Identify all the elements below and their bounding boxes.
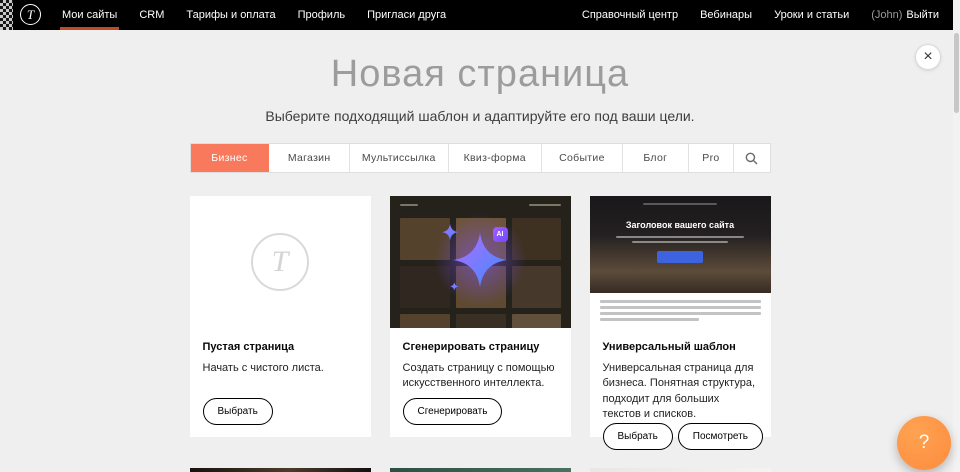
preview-cta-button	[657, 251, 703, 263]
card-ai-generate: AI Сгенерировать страницу Создать страни…	[390, 196, 571, 437]
card-body: Сгенерировать страницу Создать страницу …	[390, 328, 571, 437]
template-category-tabs: Бизнес Магазин Мультиссылка Квиз-форма С…	[190, 143, 771, 173]
user-name: (John)	[871, 9, 902, 21]
pattern-decoration	[0, 0, 13, 30]
nav-profile[interactable]: Профиль	[287, 0, 357, 30]
template-preview[interactable]	[390, 468, 571, 472]
nav-invite-friend[interactable]: Пригласи друга	[356, 0, 457, 30]
tab-search[interactable]	[734, 144, 769, 172]
search-icon	[745, 152, 758, 165]
ai-sparkle-icon	[390, 196, 571, 328]
template-cards-row: T Пустая страница Начать с чистого листа…	[190, 196, 771, 437]
topbar-nav-left: Мои сайты CRM Тарифы и оплата Профиль Пр…	[51, 0, 457, 30]
card-buttons: Выбрать	[203, 398, 358, 425]
card-title: Сгенерировать страницу	[403, 341, 558, 353]
topbar: T Мои сайты CRM Тарифы и оплата Профиль …	[0, 0, 960, 30]
template-preview[interactable]	[590, 468, 771, 472]
generate-button[interactable]: Сгенерировать	[403, 398, 503, 425]
question-mark-icon: ?	[919, 432, 930, 454]
tab-shop[interactable]: Магазин	[269, 144, 350, 172]
tilda-mark-icon: T	[251, 233, 309, 291]
card-buttons: Сгенерировать	[403, 398, 558, 425]
preview-caption-line	[632, 241, 728, 243]
preview-text-block	[590, 293, 771, 328]
ai-generate-preview[interactable]: AI	[390, 196, 571, 328]
preview-text-line	[600, 306, 761, 309]
nav-help-center[interactable]: Справочный центр	[571, 0, 689, 30]
tilda-mark-letter: T	[272, 245, 289, 279]
ai-badge: AI	[493, 227, 508, 242]
card-title: Пустая страница	[203, 341, 358, 353]
tilda-logo-letter: T	[27, 7, 34, 23]
preview-menu-bar	[643, 203, 717, 205]
preview-text-line	[600, 312, 761, 315]
help-button[interactable]: ?	[897, 416, 951, 470]
close-icon: ×	[923, 48, 932, 66]
card-body: Пустая страница Начать с чистого листа. …	[190, 328, 371, 437]
card-description: Универсальная страница для бизнеса. Поня…	[603, 361, 758, 423]
scrollbar-thumb[interactable]	[954, 33, 959, 113]
blank-page-preview[interactable]: T	[190, 196, 371, 328]
preview-hero: Заголовок вашего сайта	[590, 196, 771, 293]
tab-event[interactable]: Событие	[542, 144, 623, 172]
card-blank-page: T Пустая страница Начать с чистого листа…	[190, 196, 371, 437]
preview-caption-line	[616, 236, 744, 238]
tab-multilink[interactable]: Мультиссылка	[350, 144, 448, 172]
page-subtitle: Выберите подходящий шаблон и адаптируйте…	[0, 108, 960, 124]
close-button[interactable]: ×	[915, 44, 941, 70]
card-title: Универсальный шаблон	[603, 341, 758, 353]
nav-webinars[interactable]: Вебинары	[689, 0, 763, 30]
tab-pro[interactable]: Pro	[689, 144, 734, 172]
scrollbar[interactable]	[953, 0, 960, 472]
topbar-nav-right: Справочный центр Вебинары Уроки и статьи…	[571, 0, 960, 30]
view-template-button[interactable]: Посмотреть	[678, 423, 763, 450]
tab-quiz-form[interactable]: Квиз-форма	[449, 144, 543, 172]
nav-logout[interactable]: (John) Выйти	[860, 0, 950, 30]
nav-tariffs-payment[interactable]: Тарифы и оплата	[175, 0, 286, 30]
select-blank-button[interactable]: Выбрать	[203, 398, 273, 425]
card-description: Начать с чистого листа.	[203, 361, 358, 376]
nav-crm[interactable]: CRM	[128, 0, 175, 30]
select-template-button[interactable]: Выбрать	[603, 423, 673, 450]
preview-heading: Заголовок вашего сайта	[626, 220, 734, 230]
card-description: Создать страницу с помощью искусственног…	[403, 361, 558, 392]
nav-lessons-articles[interactable]: Уроки и статьи	[763, 0, 860, 30]
nav-my-sites[interactable]: Мои сайты	[51, 0, 128, 30]
card-buttons: Выбрать Посмотреть	[603, 423, 758, 450]
template-preview[interactable]	[190, 468, 371, 472]
new-page-dialog: × Новая страница Выберите подходящий шаб…	[0, 30, 960, 472]
tilda-logo[interactable]: T	[20, 4, 41, 25]
preview-text-line	[600, 300, 761, 303]
tab-blog[interactable]: Блог	[623, 144, 689, 172]
card-body: Универсальный шаблон Универсальная стран…	[590, 328, 771, 462]
preview-text-line	[600, 318, 700, 321]
universal-template-preview[interactable]: Заголовок вашего сайта	[590, 196, 771, 328]
page-title: Новая страница	[0, 52, 960, 96]
logout-label: Выйти	[906, 9, 939, 21]
more-templates-row	[190, 468, 771, 472]
card-universal-template: Заголовок вашего сайта Универсальный шаб…	[590, 196, 771, 437]
tab-business[interactable]: Бизнес	[191, 144, 270, 172]
